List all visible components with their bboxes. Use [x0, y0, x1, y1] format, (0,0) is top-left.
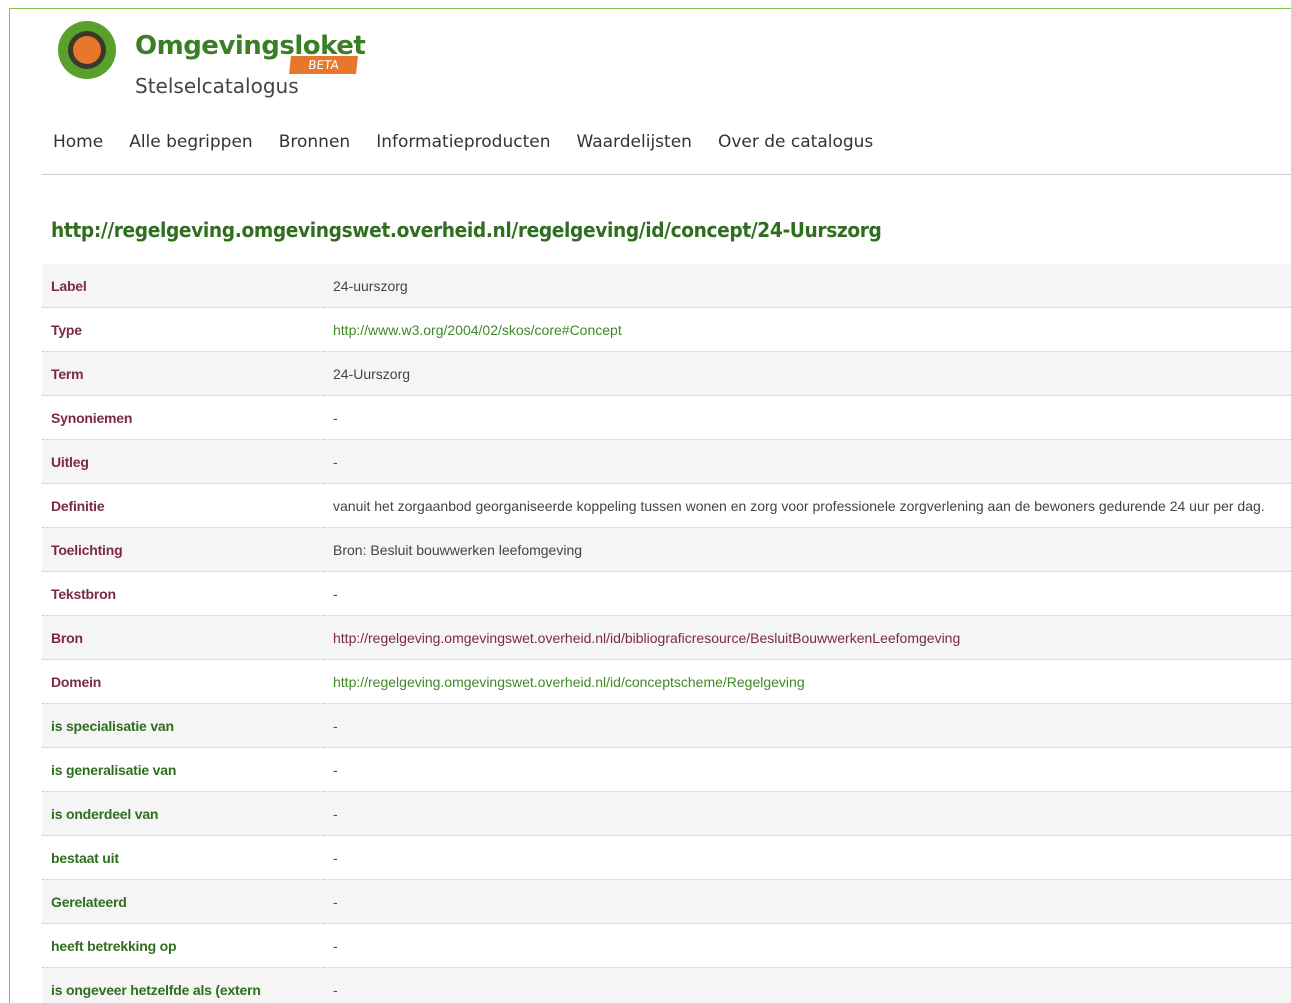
property-key: Bron [42, 615, 324, 660]
property-key: Synoniemen [42, 395, 324, 440]
omgevingsloket-logo-icon[interactable] [57, 20, 117, 80]
property-value-cell: - [324, 879, 1291, 924]
table-row: Tekstbron - [42, 571, 1291, 616]
table-row: Type http://www.w3.org/2004/02/skos/core#… [42, 307, 1291, 352]
table-row: Definitie vanuit het zorgaanbod georganis… [42, 483, 1291, 528]
table-row: is generalisatie van - [42, 747, 1291, 792]
frame-border-top [9, 8, 1291, 9]
property-key: bestaat uit [42, 835, 324, 880]
property-value-cell: - [324, 571, 1291, 616]
frame-border-left [9, 8, 10, 1003]
property-key: Label [42, 264, 324, 308]
property-value: - [333, 718, 338, 734]
table-row: is ongeveer hetzelfde als (extern concep… [42, 967, 1291, 1003]
property-value-cell: - [324, 835, 1291, 880]
property-value-cell: - [324, 923, 1291, 968]
table-row: Label 24-uurszorg [42, 264, 1291, 308]
page: g Omgevingsloket BETA Stelselcatalogus H… [0, 0, 1291, 1003]
nav-item-informatieproducten[interactable]: Informatieproducten [376, 132, 550, 152]
property-value-link[interactable]: http://www.w3.org/2004/02/skos/core#Conc… [333, 322, 622, 338]
property-key: is onderdeel van [42, 791, 324, 836]
property-value: - [333, 410, 338, 426]
property-value-cell: - [324, 747, 1291, 792]
table-row: bestaat uit - [42, 835, 1291, 880]
table-row: Uitleg - [42, 439, 1291, 484]
property-key: Uitleg [42, 439, 324, 484]
property-value-cell: - [324, 395, 1291, 440]
property-value-cell: - [324, 439, 1291, 484]
property-value: vanuit het zorgaanbod georganiseerde kop… [333, 498, 1265, 514]
table-row: Synoniemen - [42, 395, 1291, 440]
nav-item-over-de-catalogus[interactable]: Over de catalogus [718, 132, 873, 152]
property-value-link[interactable]: http://regelgeving.omgevingswet.overheid… [333, 630, 960, 646]
nav-item-waardelijsten[interactable]: Waardelijsten [577, 132, 692, 152]
nav-item-alle-begrippen[interactable]: Alle begrippen [129, 132, 253, 152]
property-value-link[interactable]: http://regelgeving.omgevingswet.overheid… [333, 674, 805, 690]
property-key: Toelichting [42, 527, 324, 572]
property-value-cell: 24-uurszorg [324, 264, 1291, 308]
property-value-cell: 24-Uurszorg [324, 351, 1291, 396]
property-value-cell: http://regelgeving.omgevingswet.overheid… [324, 659, 1291, 704]
property-value: - [333, 806, 338, 822]
table-row: Domein http://regelgeving.omgevingswet.ov… [42, 659, 1291, 704]
brand-subtitle: Stelselcatalogus [135, 74, 299, 98]
property-key: Term [42, 351, 324, 396]
nav-item-home[interactable]: Home [53, 132, 103, 152]
properties-table-body: Label 24-uurszorg Type http://www.w3.org/20… [42, 264, 1291, 1003]
property-value: - [333, 982, 338, 998]
property-key: Tekstbron [42, 571, 324, 616]
table-row: is onderdeel van - [42, 791, 1291, 836]
property-key: heeft betrekking op [42, 923, 324, 968]
beta-badge: BETA [289, 56, 358, 74]
property-key: Definitie [42, 483, 324, 528]
property-key: Domein [42, 659, 324, 704]
property-value: - [333, 850, 338, 866]
nav-divider [42, 174, 1291, 175]
property-key: is ongeveer hetzelfde als (extern concep… [42, 967, 324, 1003]
property-value: - [333, 938, 338, 954]
property-key: Type [42, 307, 324, 352]
table-row: is specialisatie van - [42, 703, 1291, 748]
properties-table: Label 24-uurszorg Type http://www.w3.org/20… [42, 264, 1291, 1003]
property-value-cell: - [324, 791, 1291, 836]
property-value-cell: Bron: Besluit bouwwerken leefomgeving [324, 527, 1291, 572]
property-value-cell: http://regelgeving.omgevingswet.overheid… [324, 615, 1291, 660]
page-title: http://regelgeving.omgevingswet.overheid… [51, 218, 882, 242]
property-value: Bron: Besluit bouwwerken leefomgeving [333, 542, 583, 558]
property-value: - [333, 454, 338, 470]
property-value: - [333, 894, 338, 910]
table-row: Bron http://regelgeving.omgevingswet.over… [42, 615, 1291, 660]
property-key: is generalisatie van [42, 747, 324, 792]
nav-item-bronnen[interactable]: Bronnen [279, 132, 350, 152]
property-value-cell: vanuit het zorgaanbod georganiseerde kop… [324, 483, 1291, 528]
property-value: - [333, 762, 338, 778]
table-row: heeft betrekking op - [42, 923, 1291, 968]
property-value: - [333, 586, 338, 602]
property-key: is specialisatie van [42, 703, 324, 748]
property-value-cell: - [324, 703, 1291, 748]
property-value-cell: - [324, 967, 1291, 1003]
property-key: Gerelateerd [42, 879, 324, 924]
table-row: Gerelateerd - [42, 879, 1291, 924]
table-row: Term 24-Uurszorg [42, 351, 1291, 396]
table-row: Toelichting Bron: Besluit bouwwerken leef… [42, 527, 1291, 572]
property-value: 24-Uurszorg [333, 366, 411, 382]
property-value-cell: http://www.w3.org/2004/02/skos/core#Conc… [324, 307, 1291, 352]
main-nav: Home Alle begrippen Bronnen Informatiepr… [53, 132, 899, 152]
property-value: 24-uurszorg [333, 278, 408, 294]
